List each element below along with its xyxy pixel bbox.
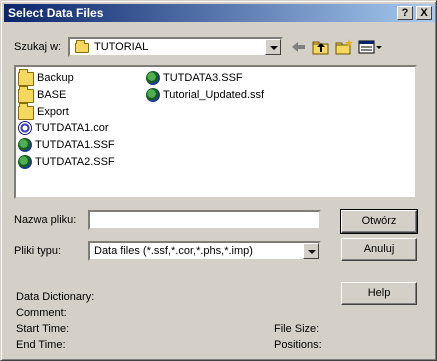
comment-label: Comment: — [16, 307, 67, 319]
folder-icon — [75, 40, 89, 53]
up-folder-icon[interactable] — [311, 38, 331, 56]
look-in-dropdown-button[interactable] — [265, 39, 281, 55]
file-size-label: File Size: — [274, 323, 320, 335]
filetype-select[interactable]: Data files (*.ssf,*.cor,*.phs,*.imp) — [88, 241, 321, 261]
open-button[interactable]: Otwórz — [340, 209, 418, 234]
list-item[interactable]: TUTDATA2.SSF — [18, 154, 115, 170]
list-item[interactable]: Tutorial_Updated.ssf — [146, 87, 264, 103]
ssf-file-icon — [146, 88, 160, 102]
look-in-label: Szukaj w: — [14, 41, 62, 53]
close-title-button[interactable]: X — [416, 6, 432, 20]
file-list[interactable]: Backup BASE Export TUTDATA1.cor TUTDATA1… — [14, 65, 417, 199]
ssf-file-icon — [18, 138, 32, 152]
look-in-combo[interactable]: TUTORIAL — [68, 37, 283, 57]
file-name: TUTDATA3.SSF — [163, 72, 243, 84]
back-arrow-icon[interactable] — [289, 38, 309, 56]
list-item[interactable]: Backup — [18, 69, 74, 86]
list-item[interactable]: TUTDATA1.SSF — [18, 137, 115, 153]
look-in-value: TUTORIAL — [94, 41, 149, 53]
filetype-dropdown-button[interactable] — [303, 243, 319, 259]
dialog-title: Select Data Files — [8, 6, 104, 20]
cor-file-icon — [18, 121, 32, 135]
list-item[interactable]: TUTDATA1.cor — [18, 120, 109, 136]
help-title-button[interactable]: ? — [397, 6, 413, 20]
file-name: Backup — [37, 72, 74, 84]
new-folder-icon[interactable] — [334, 38, 354, 56]
filetype-label: Pliki typu: — [14, 245, 62, 257]
help-button[interactable]: Help — [341, 282, 417, 305]
folder-icon — [18, 69, 34, 86]
file-name: Export — [37, 106, 69, 118]
select-data-files-dialog: Select Data Files ? X Szukaj w: TUTORIAL… — [0, 0, 437, 361]
list-item[interactable]: BASE — [18, 86, 67, 103]
file-name: TUTDATA1.cor — [35, 122, 109, 134]
cancel-button[interactable]: Anuluj — [341, 238, 417, 261]
end-time-label: End Time: — [16, 339, 66, 351]
file-name: BASE — [37, 89, 67, 101]
start-time-label: Start Time: — [16, 323, 70, 335]
folder-icon — [18, 103, 34, 120]
data-dictionary-label: Data Dictionary: — [16, 291, 95, 303]
ssf-file-icon — [18, 155, 32, 169]
view-menu-icon[interactable] — [357, 38, 383, 56]
list-item[interactable]: Export — [18, 103, 69, 120]
file-name: Tutorial_Updated.ssf — [163, 89, 265, 101]
list-item[interactable]: TUTDATA3.SSF — [146, 70, 243, 86]
file-name: TUTDATA1.SSF — [35, 139, 115, 151]
filename-label: Nazwa pliku: — [14, 214, 77, 226]
positions-label: Positions: — [274, 339, 322, 351]
folder-icon — [18, 86, 34, 103]
file-name: TUTDATA2.SSF — [35, 156, 115, 168]
filetype-value: Data files (*.ssf,*.cor,*.phs,*.imp) — [94, 245, 253, 257]
ssf-file-icon — [146, 71, 160, 85]
title-bar: Select Data Files ? X — [4, 4, 435, 22]
filename-input[interactable] — [88, 210, 321, 230]
